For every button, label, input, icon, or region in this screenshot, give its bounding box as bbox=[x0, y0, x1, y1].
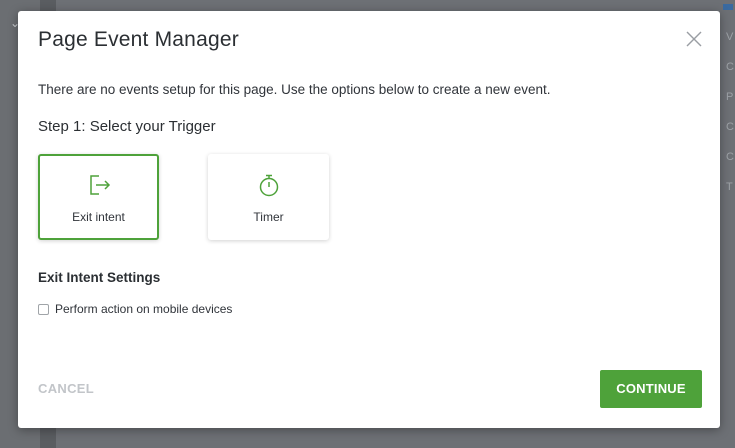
cancel-button[interactable]: CANCEL bbox=[38, 381, 94, 396]
stopwatch-icon bbox=[259, 174, 278, 197]
mobile-devices-option[interactable]: Perform action on mobile devices bbox=[38, 302, 232, 316]
page-event-manager-dialog: Page Event Manager There are no events s… bbox=[18, 11, 720, 428]
exit-intent-settings-heading: Exit Intent Settings bbox=[38, 270, 161, 285]
trigger-card-exit-intent[interactable]: Exit intent bbox=[38, 154, 159, 240]
step-label: Step 1: Select your Trigger bbox=[38, 118, 216, 135]
background-corner-badge bbox=[723, 4, 733, 10]
background-side-letter: C bbox=[726, 121, 734, 133]
close-icon bbox=[686, 31, 702, 47]
background-side-letter: V bbox=[726, 31, 734, 43]
intro-text: There are no events setup for this page.… bbox=[38, 82, 551, 97]
mobile-devices-checkbox[interactable] bbox=[38, 303, 49, 315]
mobile-devices-label: Perform action on mobile devices bbox=[55, 302, 233, 316]
background-side-letter: C bbox=[726, 61, 734, 73]
exit-icon bbox=[89, 175, 110, 195]
close-button[interactable] bbox=[684, 29, 704, 49]
background-side-letter: T bbox=[726, 181, 733, 193]
background-side-labels: V C P C C T bbox=[726, 22, 734, 202]
background-side-letter: C bbox=[726, 151, 734, 163]
dialog-title: Page Event Manager bbox=[38, 28, 239, 51]
background-side-letter: P bbox=[726, 91, 734, 103]
continue-button[interactable]: CONTINUE bbox=[600, 370, 702, 408]
trigger-label: Exit intent bbox=[72, 210, 125, 224]
trigger-card-timer[interactable]: Timer bbox=[208, 154, 329, 240]
trigger-label: Timer bbox=[253, 210, 284, 224]
